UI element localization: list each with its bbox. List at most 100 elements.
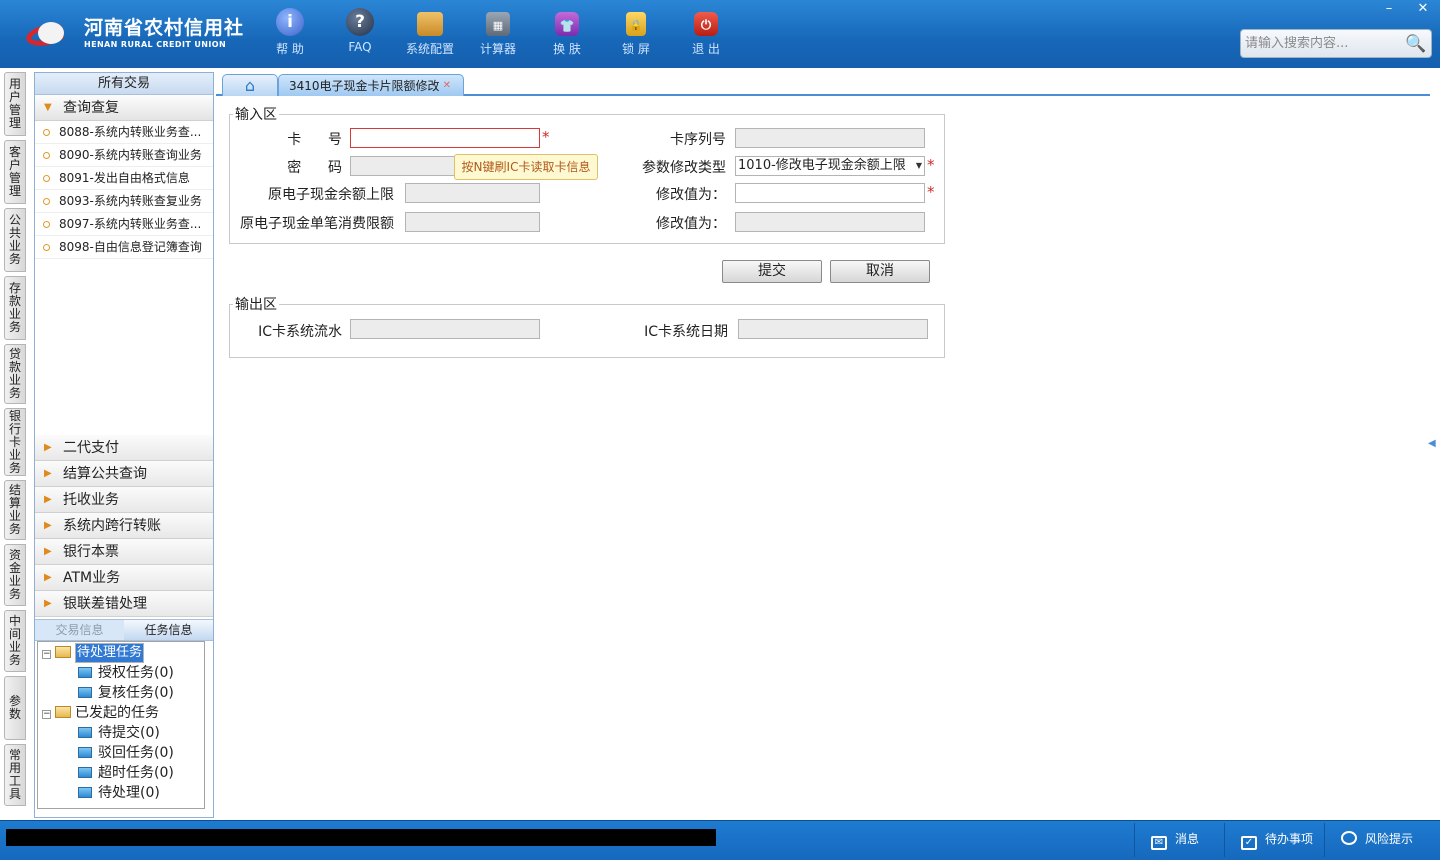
- chevron-right-icon: ▶: [44, 442, 52, 453]
- home-icon: ⌂: [244, 76, 256, 95]
- nav-group-interbank-transfer[interactable]: ▶ 系统内跨行转账: [35, 513, 213, 539]
- tree-node-pending-tasks[interactable]: − 待处理任务: [42, 643, 145, 663]
- module-tab-funds[interactable]: 资金业务: [4, 544, 26, 606]
- transaction-nav-panel: 所有交易 ▼ 查询查复 8088-系统内转账业务查... 8090-系统内转账查…: [34, 72, 214, 818]
- nav-group-unionpay-error[interactable]: ▶ 银联差错处理: [35, 591, 213, 617]
- messages-button[interactable]: ✉ 消息: [1134, 823, 1224, 857]
- chevron-down-icon: ▼: [915, 161, 922, 170]
- modify-value-label-2: 修改值为：: [656, 216, 726, 232]
- task-tree: − 待处理任务 授权任务(0) 复核任务(0) − 已发起的任务 待提交(0) 驳回…: [37, 641, 205, 809]
- toolbar-lock-button[interactable]: 🔒 锁 屏: [602, 8, 670, 57]
- chevron-right-icon: ▶: [44, 546, 52, 557]
- close-icon[interactable]: ✕: [443, 75, 451, 97]
- logo-chinese-text: 河南省农村信用社: [84, 17, 245, 39]
- input-section-legend: 输入区: [235, 107, 277, 123]
- shirt-icon: 👕: [555, 12, 579, 36]
- folder-icon: [78, 747, 92, 758]
- nav-item-8091[interactable]: 8091-发出自由格式信息: [35, 167, 213, 190]
- module-tab-user-management[interactable]: 用户管理: [4, 72, 26, 136]
- tree-node-to-submit[interactable]: 待提交(0): [78, 723, 160, 743]
- toolbar-faq-label: FAQ: [348, 40, 372, 54]
- status-message-bar: [6, 829, 716, 846]
- tab-3410-card-limit[interactable]: 3410电子现金卡片限额修改 ✕: [278, 74, 464, 96]
- nav-item-8097[interactable]: 8097-系统内转账业务查...: [35, 213, 213, 236]
- toolbar-help-button[interactable]: i 帮 助: [256, 8, 324, 57]
- todo-button[interactable]: ✓ 待办事项: [1224, 823, 1324, 857]
- search-box: 🔍: [1240, 29, 1432, 58]
- param-type-select[interactable]: 1010-修改电子现金余额上限 ▼: [735, 156, 925, 176]
- nav-item-8090[interactable]: 8090-系统内转账查询业务: [35, 144, 213, 167]
- status-bar: ✉ 消息 ✓ 待办事项 风险提示: [0, 820, 1440, 860]
- nav-group-second-gen-payment[interactable]: ▶ 二代支付: [35, 435, 213, 461]
- nav-item-8093[interactable]: 8093-系统内转账查复业务: [35, 190, 213, 213]
- module-tab-intermediary[interactable]: 中间业务: [4, 610, 26, 672]
- module-tab-customer-management[interactable]: 客户管理: [4, 140, 26, 204]
- minimize-button[interactable]: –: [1372, 0, 1406, 20]
- submit-button[interactable]: 提交: [722, 260, 822, 283]
- tree-node-to-process[interactable]: 待处理(0): [78, 783, 160, 803]
- nav-group-cashier-check[interactable]: ▶ 银行本票: [35, 539, 213, 565]
- task-panel-tabs: 交易信息 任务信息: [35, 619, 213, 641]
- close-window-button[interactable]: ✕: [1406, 0, 1440, 20]
- tree-node-timeout[interactable]: 超时任务(0): [78, 763, 174, 783]
- modify-value-label: 修改值为：: [656, 187, 726, 203]
- cancel-button[interactable]: 取消: [830, 260, 930, 283]
- tree-node-rejected[interactable]: 驳回任务(0): [78, 743, 174, 763]
- nav-item-8098[interactable]: 8098-自由信息登记簿查询: [35, 236, 213, 259]
- module-tab-settlement[interactable]: 结算业务: [4, 480, 26, 540]
- chevron-right-icon: ▶: [44, 572, 52, 583]
- module-tab-public-business[interactable]: 公共业务: [4, 208, 26, 272]
- toolbar-help-label: 帮 助: [276, 42, 304, 56]
- search-input[interactable]: [1241, 36, 1401, 51]
- orig-single-limit-label: 原电子现金单笔消费限额: [240, 216, 394, 232]
- logo-mark-icon: [24, 19, 78, 50]
- toolbox-icon: [417, 12, 443, 36]
- orig-balance-limit-field: [405, 183, 540, 203]
- tree-node-started-tasks[interactable]: − 已发起的任务: [42, 703, 159, 723]
- tab-trade-info[interactable]: 交易信息: [35, 620, 124, 640]
- nav-group-atm[interactable]: ▶ ATM业务: [35, 565, 213, 591]
- modify-value-field[interactable]: [735, 183, 925, 203]
- bullet-icon: [43, 152, 50, 159]
- tab-task-info[interactable]: 任务信息: [124, 620, 213, 640]
- module-tab-common-tools[interactable]: 常用工具: [4, 744, 26, 806]
- tree-node-auth-tasks[interactable]: 授权任务(0): [78, 663, 174, 683]
- toolbar-calculator-button[interactable]: ▦ 计算器: [464, 8, 532, 57]
- nav-group-query-reply[interactable]: ▼ 查询查复: [35, 95, 213, 121]
- required-mark: *: [542, 128, 550, 146]
- nav-group-settlement-query[interactable]: ▶ 结算公共查询: [35, 461, 213, 487]
- card-read-tooltip: 按N键刷IC卡读取卡信息: [454, 154, 598, 180]
- toolbar-faq-button[interactable]: ? FAQ: [326, 8, 394, 54]
- home-tab[interactable]: ⌂: [222, 74, 278, 96]
- ic-date-label: IC卡系统日期: [644, 324, 728, 340]
- module-tab-parameters[interactable]: 参数: [4, 676, 26, 740]
- toolbar-lock-label: 锁 屏: [622, 42, 650, 56]
- module-tab-bank-card[interactable]: 银行卡业务: [4, 408, 26, 476]
- nav-item-8088[interactable]: 8088-系统内转账业务查...: [35, 121, 213, 144]
- collapse-icon[interactable]: −: [42, 710, 51, 719]
- required-mark: *: [927, 183, 935, 201]
- risk-alert-button[interactable]: 风险提示: [1324, 823, 1434, 857]
- bullet-icon: [43, 175, 50, 182]
- bullet-icon: [43, 221, 50, 228]
- chevron-down-icon: ▼: [44, 102, 52, 113]
- nav-group-collection[interactable]: ▶ 托收业务: [35, 487, 213, 513]
- toolbar-exit-button[interactable]: ⏻ 退 出: [672, 8, 740, 57]
- toolbar-skin-button[interactable]: 👕 换 肤: [533, 8, 601, 57]
- search-icon[interactable]: 🔍: [1405, 34, 1426, 54]
- nav-group-label: 查询查复: [63, 100, 119, 116]
- module-tab-loan[interactable]: 贷款业务: [4, 344, 26, 404]
- tree-node-review-tasks[interactable]: 复核任务(0): [78, 683, 174, 703]
- module-tab-deposit[interactable]: 存款业务: [4, 276, 26, 340]
- output-section-legend: 输出区: [235, 297, 277, 313]
- folder-open-icon: [55, 646, 71, 658]
- collapse-right-icon[interactable]: ◀: [1428, 424, 1436, 464]
- card-number-field[interactable]: [350, 128, 540, 148]
- card-sequence-field: [735, 128, 925, 148]
- toolbar-system-config-button[interactable]: 系统配置: [396, 8, 464, 57]
- param-type-label: 参数修改类型: [642, 160, 726, 176]
- collapse-icon[interactable]: −: [42, 650, 51, 659]
- folder-icon: [78, 727, 92, 738]
- chat-bubble-icon: [1341, 831, 1357, 845]
- tab-title: 3410电子现金卡片限额修改: [289, 79, 440, 93]
